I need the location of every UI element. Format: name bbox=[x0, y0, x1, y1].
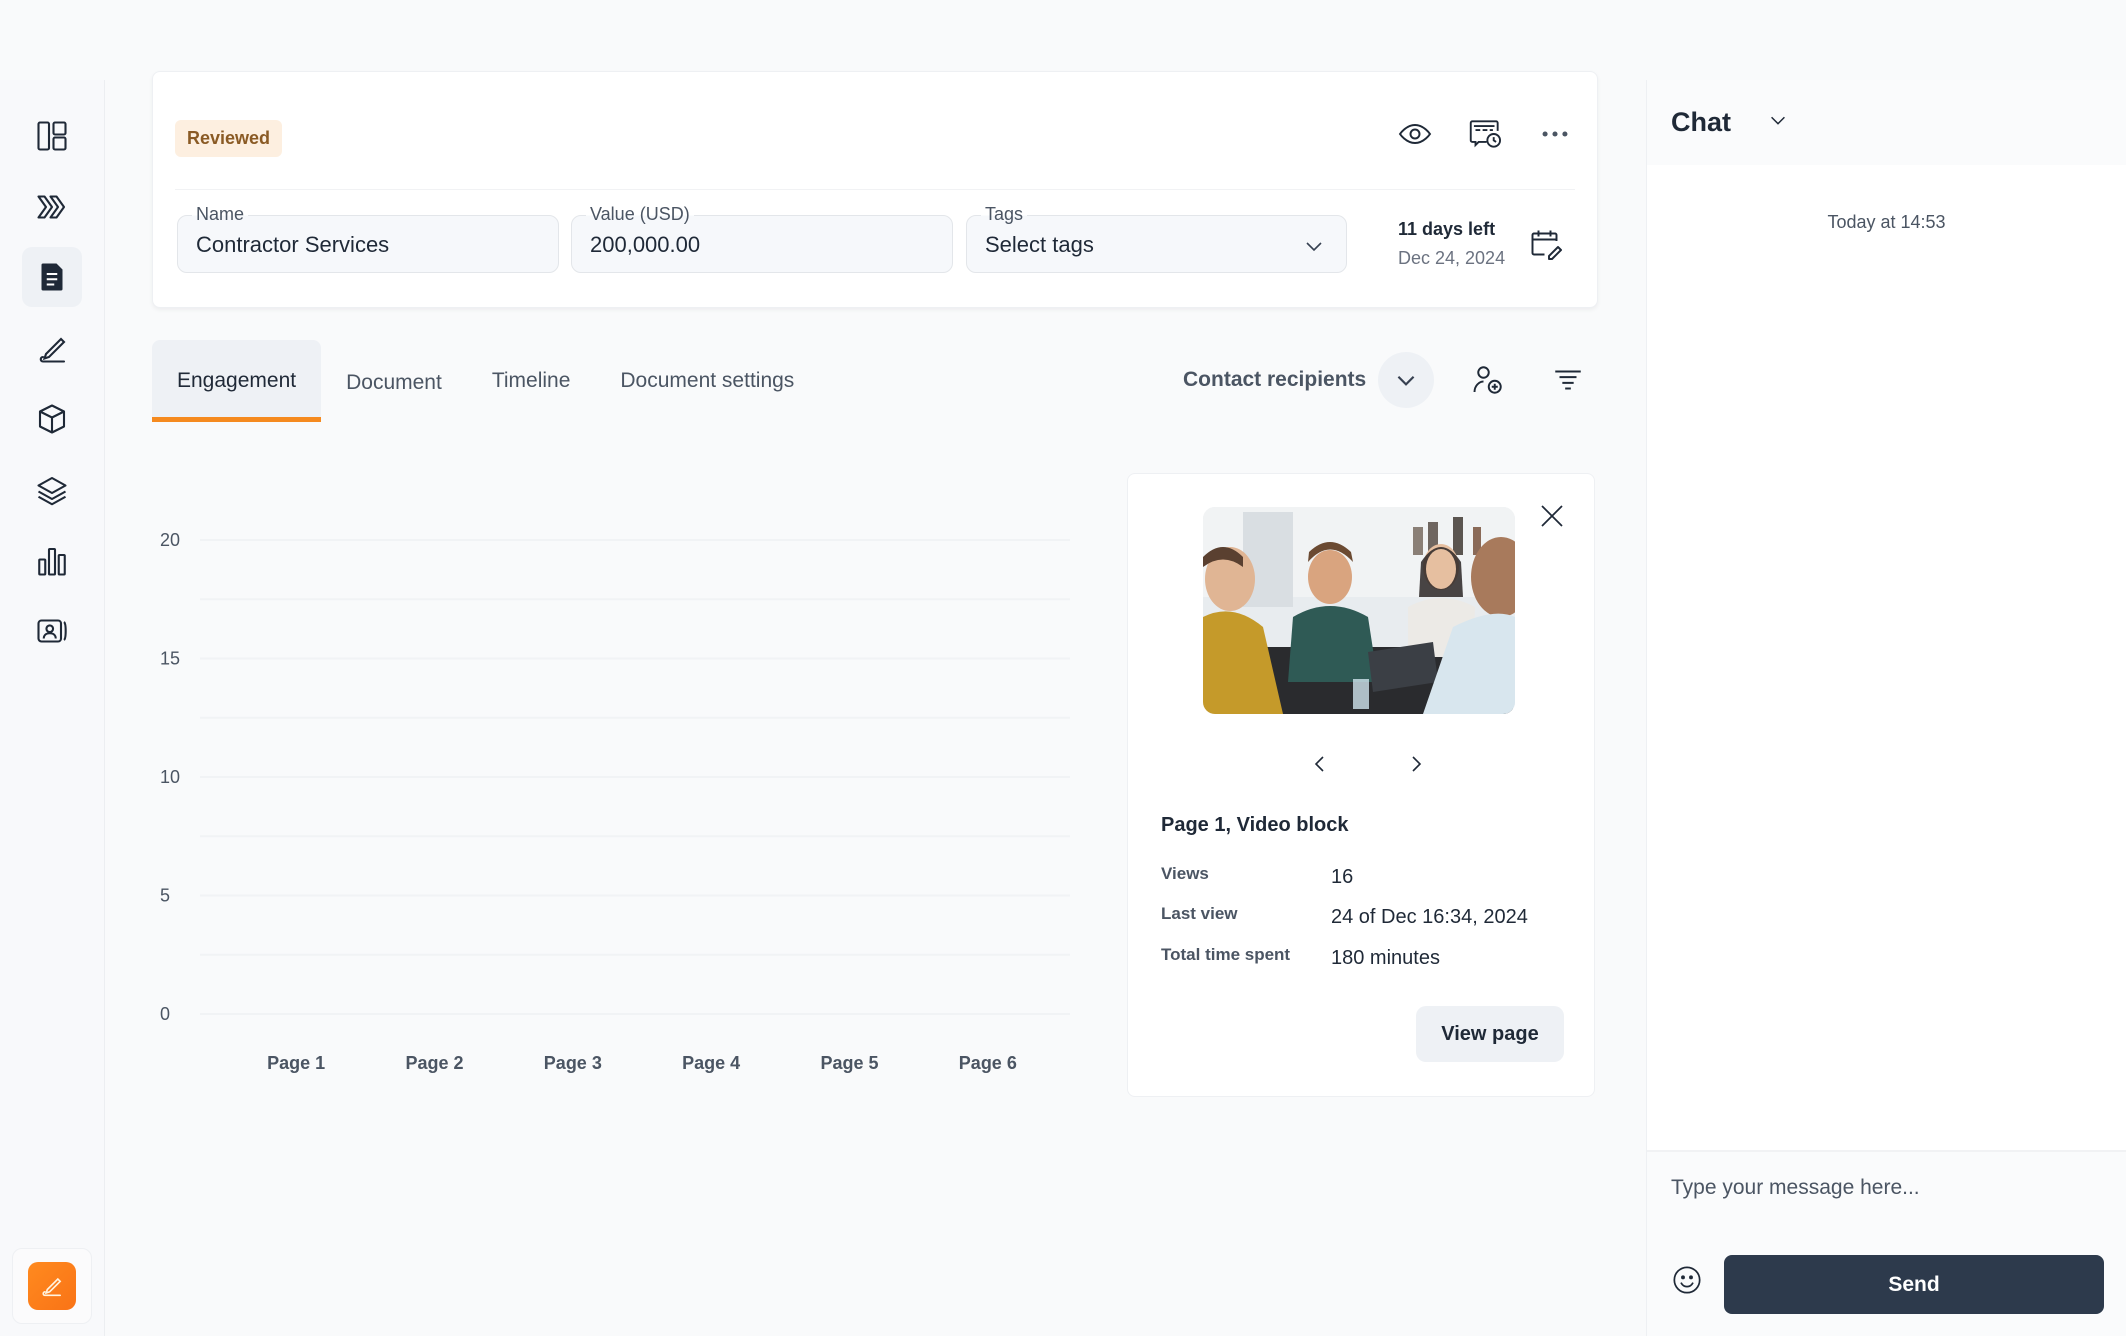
document-header-card: Reviewed Name Contractor Services Value … bbox=[152, 71, 1598, 308]
tab-timeline[interactable]: Timeline bbox=[467, 340, 596, 422]
close-detail-button[interactable] bbox=[1532, 496, 1572, 536]
header-actions bbox=[1395, 114, 1575, 154]
y-tick-label: 20 bbox=[160, 530, 180, 550]
layout-icon bbox=[37, 121, 67, 151]
deadline-info: 11 days left Dec 24, 2024 bbox=[1398, 219, 1505, 269]
tags-field-label: Tags bbox=[981, 204, 1028, 225]
chevron-left-icon bbox=[1314, 756, 1324, 772]
document-icon bbox=[41, 263, 63, 291]
chevron-right-icon bbox=[1412, 756, 1422, 772]
contact-recipients-label[interactable]: Contact recipients bbox=[1183, 368, 1366, 392]
value-field-label: Value (USD) bbox=[586, 204, 694, 225]
sidebar-item-signatures[interactable] bbox=[22, 318, 82, 378]
stat-label: Last view bbox=[1161, 904, 1238, 923]
view-page-button[interactable]: View page bbox=[1416, 1006, 1564, 1062]
y-tick-label: 5 bbox=[160, 886, 170, 906]
preview-button[interactable] bbox=[1395, 114, 1435, 154]
filter-icon bbox=[1555, 370, 1581, 390]
sidebar bbox=[0, 80, 105, 1336]
layers-icon bbox=[37, 476, 67, 506]
more-horizontal-icon bbox=[1542, 131, 1568, 137]
filter-button[interactable] bbox=[1548, 360, 1588, 400]
bar-chart-icon bbox=[38, 547, 66, 576]
x-tick-label: Page 5 bbox=[820, 1053, 878, 1073]
name-field-value: Contractor Services bbox=[196, 232, 390, 257]
eye-icon bbox=[1398, 124, 1432, 144]
block-title: Page 1, Video block bbox=[1161, 814, 1349, 836]
chat-header: Chat bbox=[1647, 80, 2126, 165]
tab-document-settings[interactable]: Document settings bbox=[595, 340, 819, 422]
chevrons-right-icon bbox=[37, 195, 66, 219]
stat-value: 180 minutes bbox=[1331, 947, 1440, 969]
x-tick-label: Page 4 bbox=[682, 1053, 740, 1073]
block-detail-card: Page 1, Video block Views 16 Last view 2… bbox=[1127, 473, 1595, 1097]
name-field[interactable]: Name Contractor Services bbox=[177, 204, 559, 273]
due-date: Dec 24, 2024 bbox=[1398, 248, 1506, 268]
stat-value: 16 bbox=[1331, 866, 1354, 888]
contact-card-icon bbox=[37, 619, 67, 643]
sidebar-item-pipeline[interactable] bbox=[22, 177, 82, 237]
emoji-button[interactable] bbox=[1671, 1264, 1703, 1301]
tab-document[interactable]: Document bbox=[321, 340, 467, 422]
edit-due-date-button[interactable] bbox=[1526, 224, 1566, 264]
signature-pen-icon bbox=[39, 337, 66, 363]
engagement-chart: 0 5 10 15 20 Page 1 Page 2 Page 3 Page 4 Page 5 Pa… bbox=[140, 500, 1100, 1100]
previous-block-button[interactable] bbox=[1300, 744, 1340, 784]
days-left: 11 days left bbox=[1398, 219, 1496, 239]
more-options-button[interactable] bbox=[1535, 114, 1575, 154]
value-field[interactable]: Value (USD) 200,000.00 bbox=[571, 204, 953, 273]
send-button[interactable]: Send bbox=[1724, 1255, 2104, 1314]
add-recipient-button[interactable] bbox=[1468, 360, 1508, 400]
quick-edit-button[interactable] bbox=[28, 1262, 76, 1310]
sidebar-item-dashboard[interactable] bbox=[22, 106, 82, 166]
chat-panel: Chat Today at 14:53 Send bbox=[1646, 80, 2126, 1336]
add-user-icon bbox=[1473, 366, 1502, 394]
sidebar-item-templates[interactable] bbox=[22, 460, 82, 520]
calendar-edit-icon bbox=[1531, 230, 1562, 260]
chevron-down-icon bbox=[1397, 375, 1415, 386]
x-tick-label: Page 1 bbox=[267, 1053, 325, 1073]
stat-value: 24 of Dec 16:34, 2024 bbox=[1331, 906, 1528, 928]
stat-label: Total time spent bbox=[1161, 945, 1291, 964]
sidebar-item-products[interactable] bbox=[22, 389, 82, 449]
chart-canvas: 0 5 10 15 20 Page 1 Page 2 Page 3 Page 4 Page 5 Pa… bbox=[160, 530, 1070, 1073]
block-preview-image bbox=[1203, 507, 1515, 714]
header-divider bbox=[175, 189, 1575, 190]
chat-timestamp: Today at 14:53 bbox=[1827, 212, 1946, 232]
chat-compose: Send bbox=[1647, 1150, 2126, 1336]
next-block-button[interactable] bbox=[1396, 744, 1436, 784]
chat-title: Chat bbox=[1671, 107, 1731, 137]
chevron-down-icon bbox=[1306, 242, 1322, 252]
recipients-toolbar: Contact recipients bbox=[1183, 352, 1588, 408]
x-tick-label: Page 6 bbox=[959, 1053, 1017, 1073]
name-field-label: Name bbox=[192, 204, 249, 225]
schedule-message-button[interactable] bbox=[1465, 114, 1505, 154]
sidebar-item-documents[interactable] bbox=[22, 247, 82, 307]
y-tick-label: 0 bbox=[160, 1004, 170, 1024]
tab-engagement[interactable]: Engagement bbox=[152, 340, 322, 422]
y-tick-label: 10 bbox=[160, 767, 180, 787]
chevron-down-icon bbox=[1771, 116, 1785, 125]
stat-label: Views bbox=[1161, 864, 1209, 883]
x-tick-label: Page 3 bbox=[544, 1053, 602, 1073]
close-icon bbox=[1541, 505, 1563, 527]
status-badge: Reviewed bbox=[175, 120, 283, 157]
tags-field-value: Select tags bbox=[985, 232, 1094, 257]
tags-select[interactable]: Tags Select tags bbox=[966, 204, 1347, 273]
cube-icon bbox=[38, 404, 66, 434]
chat-message-input[interactable] bbox=[1671, 1176, 2101, 1200]
value-field-value: 200,000.00 bbox=[590, 232, 701, 257]
quick-action-container bbox=[12, 1248, 92, 1324]
x-tick-label: Page 2 bbox=[405, 1053, 463, 1073]
sidebar-item-contacts[interactable] bbox=[22, 601, 82, 661]
emoji-icon bbox=[1673, 1266, 1701, 1294]
contact-recipients-dropdown[interactable] bbox=[1378, 352, 1435, 408]
sidebar-item-analytics[interactable] bbox=[22, 531, 82, 591]
schedule-message-icon bbox=[1469, 120, 1501, 148]
edit-pen-icon bbox=[42, 1277, 62, 1297]
tab-bar: Engagement Document Timeline Document se… bbox=[152, 340, 819, 422]
y-tick-label: 15 bbox=[160, 649, 180, 669]
chat-menu-toggle[interactable] bbox=[1767, 109, 1789, 136]
